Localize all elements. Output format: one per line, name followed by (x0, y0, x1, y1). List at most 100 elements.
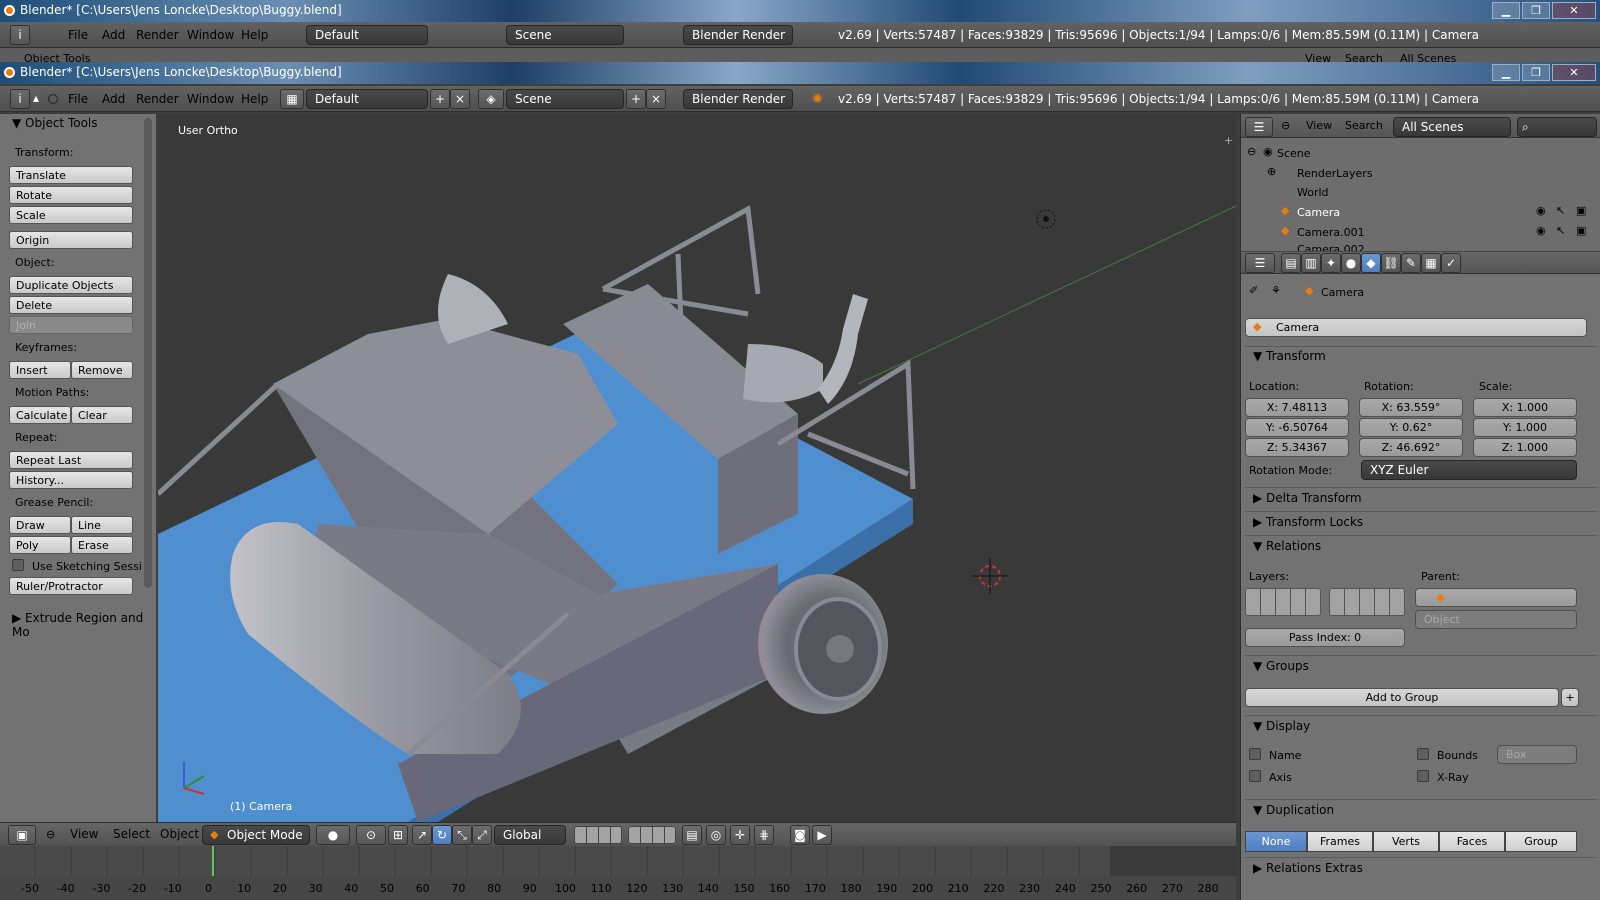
physics-tab-icon[interactable]: ✓ (1441, 253, 1461, 273)
info-editor-icon[interactable]: i (10, 89, 30, 109)
erase-button[interactable]: Erase (71, 536, 133, 554)
scale-x-field[interactable]: X: 1.000 (1473, 398, 1577, 417)
ghost-minimize-icon[interactable]: ▁ (1492, 2, 1520, 19)
remove-layout-icon[interactable]: × (450, 89, 470, 109)
object-menu[interactable]: Object (160, 827, 199, 841)
screen-layout-select[interactable]: Default (306, 89, 428, 109)
draw-button[interactable]: Draw (9, 516, 71, 534)
bounds-type-select[interactable]: Box (1497, 745, 1577, 764)
tool-shelf-scrollbar[interactable] (144, 118, 152, 588)
scene-icon[interactable]: ◈ (478, 89, 504, 109)
parent-field[interactable]: ◆ (1415, 588, 1577, 607)
scene-layers-right[interactable] (628, 826, 676, 844)
object-tools-header[interactable]: ▼ Object Tools (12, 116, 98, 130)
rotate-manipulator-icon[interactable]: ↻ (432, 825, 452, 845)
rotation-z-field[interactable]: Z: 46.692° (1359, 438, 1463, 457)
dup-none-tab[interactable]: None (1245, 831, 1307, 852)
outliner-row-scene[interactable]: Scene (1277, 147, 1311, 160)
renderlayers-expand-icon[interactable]: ⊕ (1267, 165, 1276, 178)
join-button[interactable]: Join (9, 316, 133, 334)
location-z-field[interactable]: Z: 5.34367 (1245, 438, 1349, 457)
current-frame-marker[interactable] (212, 846, 214, 876)
properties-editor-icon[interactable]: ☰ (1245, 253, 1275, 273)
ghost-menu-window[interactable]: Window (187, 28, 234, 42)
render-opengl-icon[interactable]: ◙ (790, 825, 810, 845)
clear-button[interactable]: Clear (71, 406, 133, 424)
outliner-editor-icon[interactable]: ☰ (1245, 117, 1273, 137)
ruler-button[interactable]: Ruler/Protractor (9, 577, 133, 595)
outliner-search-field[interactable]: ⌕ (1517, 117, 1597, 137)
outliner-filter-select[interactable]: All Scenes (1393, 117, 1511, 137)
translate-button[interactable]: Translate (9, 166, 133, 184)
relations-header[interactable]: ▼ Relations (1253, 539, 1321, 553)
scene-layers-left[interactable] (574, 826, 622, 844)
location-x-field[interactable]: X: 7.48113 (1245, 398, 1349, 417)
remove-scene-icon[interactable]: × (646, 89, 666, 109)
outliner-search-menu[interactable]: Search (1345, 119, 1383, 132)
repeat-last-button[interactable]: Repeat Last (9, 451, 133, 469)
collapse-icon[interactable] (48, 94, 58, 104)
transform-panel-header[interactable]: ▼ Transform (1253, 349, 1326, 363)
view-menu[interactable]: View (70, 827, 98, 841)
modifiers-tab-icon[interactable]: ✎ (1401, 253, 1421, 273)
scale-y-field[interactable]: Y: 1.000 (1473, 418, 1577, 437)
render-engine-select[interactable]: Blender Render (683, 89, 793, 109)
ghost-menu-render[interactable]: Render (136, 28, 179, 42)
proportional-edit-icon[interactable]: ◎ (706, 825, 726, 845)
outliner-collapse-icon[interactable]: ⊖ (1281, 119, 1290, 132)
line-button[interactable]: Line (71, 516, 133, 534)
object-tab-icon[interactable]: ◆ (1361, 253, 1381, 273)
pivot-select-icon[interactable]: ⊙ (356, 825, 386, 845)
menu-add[interactable]: Add (102, 92, 125, 106)
manipulator-toggle-icon[interactable]: ⊞ (388, 825, 408, 845)
minimize-icon[interactable]: ▁ (1492, 64, 1520, 81)
menu-help[interactable]: Help (241, 92, 268, 106)
snap-icon[interactable]: ⤢ (472, 825, 492, 845)
screen-layout-icon[interactable]: ▦ (280, 89, 304, 109)
poly-button[interactable]: Poly (9, 536, 71, 554)
axis-checkbox[interactable] (1249, 770, 1261, 782)
scene-tab-icon[interactable]: ✦ (1321, 253, 1341, 273)
rotate-button[interactable]: Rotate (9, 186, 133, 204)
outliner-row-camera-001[interactable]: Camera.001 (1297, 226, 1365, 239)
scene-expand-icon[interactable]: ⊖ (1247, 145, 1256, 158)
render-camera-icon[interactable]: ▣ (1576, 204, 1586, 217)
add-to-group-button[interactable]: Add to Group (1245, 688, 1559, 707)
add-group-plus-icon[interactable]: + (1561, 688, 1579, 707)
scene-select[interactable]: Scene (506, 89, 624, 109)
render-camera-icon[interactable]: ▣ (1576, 224, 1586, 237)
layers-tab-icon[interactable]: ▥ (1301, 253, 1321, 273)
visibility-eye-icon[interactable]: ◉ (1536, 224, 1546, 237)
delta-transform-header[interactable]: ▶ Delta Transform (1253, 491, 1362, 505)
ghost-layout-select[interactable]: Default (306, 25, 428, 45)
render-tab-icon[interactable]: ▤ (1281, 253, 1301, 273)
menu-render[interactable]: Render (136, 92, 179, 106)
history-button[interactable]: History... (9, 471, 133, 489)
duplication-header[interactable]: ▼ Duplication (1253, 803, 1334, 817)
select-arrow-icon[interactable]: ↖ (1556, 204, 1565, 217)
rotation-mode-select[interactable]: XYZ Euler (1361, 460, 1577, 480)
outliner-row-camera[interactable]: Camera (1297, 206, 1340, 219)
timeline-track[interactable] (0, 846, 1236, 876)
orientation-select[interactable]: Global (494, 825, 566, 845)
layer-lock-icon[interactable]: ▤ (682, 825, 702, 845)
view3d-editor-icon[interactable]: ▣ (8, 825, 36, 845)
ghost-menu-add[interactable]: Add (102, 28, 125, 42)
maximize-icon[interactable]: ❐ (1522, 64, 1550, 81)
scale-button[interactable]: Scale (9, 206, 133, 224)
3d-viewport[interactable]: User Ortho (1) Camera + (158, 114, 1236, 822)
transform-locks-header[interactable]: ▶ Transform Locks (1253, 515, 1363, 529)
display-header[interactable]: ▼ Display (1253, 719, 1310, 733)
ghost-info-icon[interactable]: i (10, 25, 30, 45)
dup-faces-tab[interactable]: Faces (1439, 831, 1505, 852)
render-anim-icon[interactable]: ▶ (812, 825, 832, 845)
rotation-x-field[interactable]: X: 63.559° (1359, 398, 1463, 417)
layers-grid-right[interactable] (1329, 588, 1405, 616)
translate-manipulator-icon[interactable]: ↗ (412, 825, 432, 845)
layers-grid-left[interactable] (1245, 588, 1321, 616)
data-tab-icon[interactable]: ▦ (1421, 253, 1441, 273)
shading-select-icon[interactable]: ● (316, 825, 350, 845)
outliner-view-menu[interactable]: View (1306, 119, 1332, 132)
world-tab-icon[interactable]: ● (1341, 253, 1361, 273)
location-y-field[interactable]: Y: -6.50764 (1245, 418, 1349, 437)
